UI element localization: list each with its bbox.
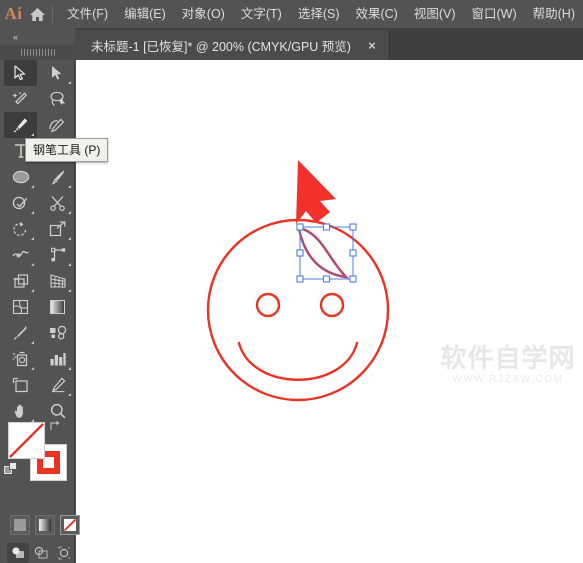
close-icon[interactable]: × — [365, 38, 379, 53]
tool-expand-arrow — [31, 237, 34, 240]
magic-wand-tool[interactable] — [4, 86, 37, 112]
handle-top-left — [296, 223, 304, 231]
fill-stroke-swatches — [0, 420, 75, 515]
gradient-tool[interactable] — [41, 294, 74, 320]
eye-right-circle — [319, 292, 345, 318]
blend-tool[interactable] — [41, 320, 74, 346]
draw-behind-button[interactable] — [30, 543, 52, 563]
scale-tool[interactable] — [41, 216, 74, 242]
red-arrow-annotation — [296, 160, 336, 224]
tool-panel-drag-handle[interactable] — [0, 45, 75, 60]
handle-bottom-right — [349, 275, 357, 283]
perspective-grid-tool[interactable] — [41, 268, 74, 294]
tool-expand-arrow — [68, 81, 71, 84]
menu-object[interactable]: 对象(O) — [174, 0, 233, 28]
tool-expand-arrow — [31, 263, 34, 266]
handle-bottom-left — [296, 275, 304, 283]
slice-tool[interactable] — [41, 372, 74, 398]
home-icon[interactable] — [27, 0, 48, 28]
swap-fill-stroke[interactable] — [49, 420, 61, 432]
app-logo: Ai — [4, 4, 23, 23]
menu-select[interactable]: 选择(S) — [290, 0, 348, 28]
fill-color[interactable] — [8, 422, 45, 459]
tool-tooltip: 钢笔工具 (P) — [25, 138, 109, 162]
handle-top-center — [322, 223, 331, 231]
rotate-tool[interactable] — [4, 216, 37, 242]
selected-petal-stroke — [297, 227, 350, 279]
width-tool[interactable] — [4, 242, 37, 268]
menu-bar: Ai 文件(F) 编辑(E) 对象(O) 文字(T) 选择(S) 效果(C) 视… — [0, 0, 583, 28]
mesh-tool[interactable] — [4, 294, 37, 320]
shaper-tool[interactable] — [4, 190, 37, 216]
menu-file[interactable]: 文件(F) — [59, 0, 116, 28]
draw-normal-button[interactable] — [7, 543, 29, 563]
color-mode-row — [0, 515, 80, 541]
eraser-scissors-tool[interactable] — [41, 190, 74, 216]
tool-expand-arrow — [68, 185, 71, 188]
column-graph-tool[interactable] — [41, 346, 74, 372]
document-tab[interactable]: 未标题-1 [已恢复]* @ 200% (CMYK/GPU 预览) × — [75, 30, 390, 60]
handle-middle-left — [296, 249, 304, 257]
tool-panel: ••• — [0, 60, 80, 563]
tool-expand-arrow — [68, 237, 71, 240]
handle-middle-right — [349, 249, 357, 257]
tool-panel-header: « — [0, 28, 75, 60]
grip-dots — [20, 49, 55, 56]
none-mode-button[interactable] — [60, 515, 80, 535]
artboard-canvas[interactable]: 软件自学网 WWW.RJZXW.COM — [76, 60, 583, 563]
tool-expand-arrow — [68, 289, 71, 292]
eyedropper-tool[interactable] — [4, 320, 37, 346]
handle-top-right — [349, 223, 357, 231]
tool-expand-arrow — [31, 341, 34, 344]
paintbrush-tool[interactable] — [41, 164, 74, 190]
gradient-mode-button[interactable] — [35, 515, 55, 535]
symbol-sprayer-tool[interactable] — [4, 346, 37, 372]
artwork-vector — [206, 160, 390, 402]
pen-tool[interactable] — [4, 112, 37, 138]
menu-view[interactable]: 视图(V) — [406, 0, 464, 28]
selection-handles — [296, 223, 357, 283]
tool-expand-arrow — [31, 367, 34, 370]
tool-expand-arrow — [68, 211, 71, 214]
illustrator-window: Ai 文件(F) 编辑(E) 对象(O) 文字(T) 选择(S) 效果(C) 视… — [0, 0, 583, 563]
tool-expand-arrow — [68, 263, 71, 266]
none-slash-icon — [9, 423, 44, 458]
shape-builder-tool[interactable] — [4, 268, 37, 294]
curvature-tool[interactable] — [41, 112, 74, 138]
lasso-tool[interactable] — [41, 86, 74, 112]
smile-arc — [237, 341, 359, 381]
menu-edit[interactable]: 编辑(E) — [116, 0, 174, 28]
tool-expand-arrow — [31, 289, 34, 292]
tool-expand-arrow — [68, 367, 71, 370]
draw-inside-button[interactable] — [53, 543, 75, 563]
document-tab-title: 未标题-1 [已恢复]* @ 200% (CMYK/GPU 预览) — [91, 39, 351, 54]
menu-effect[interactable]: 效果(C) — [347, 0, 405, 28]
ellipse-tool[interactable] — [4, 164, 37, 190]
menu-window[interactable]: 窗口(W) — [464, 0, 525, 28]
menu-type[interactable]: 文字(T) — [233, 0, 290, 28]
eye-left-circle — [255, 292, 281, 318]
document-tab-bar: « 未标题-1 [已恢复]* @ 200% (CMYK/GPU 预览) × — [0, 28, 583, 60]
direct-selection-tool[interactable] — [41, 60, 74, 86]
selection-tool[interactable] — [4, 60, 37, 86]
tool-expand-arrow — [68, 393, 71, 396]
draw-mode-row — [0, 543, 75, 563]
free-transform-tool[interactable] — [41, 242, 74, 268]
tool-grid — [0, 60, 75, 424]
collapse-panel-button[interactable]: « — [4, 30, 26, 44]
handle-bottom-center — [322, 275, 331, 283]
menu-help[interactable]: 帮助(H) — [525, 0, 583, 28]
default-fill-stroke[interactable] — [4, 462, 18, 476]
face-outline-circle — [206, 218, 390, 402]
tool-expand-arrow — [31, 211, 34, 214]
menu-separator — [52, 5, 54, 23]
tool-expand-arrow — [31, 133, 34, 136]
smiley-face-group — [206, 218, 390, 402]
color-mode-button[interactable] — [10, 515, 30, 535]
artboard-tool[interactable] — [4, 372, 37, 398]
tool-expand-arrow — [31, 185, 34, 188]
